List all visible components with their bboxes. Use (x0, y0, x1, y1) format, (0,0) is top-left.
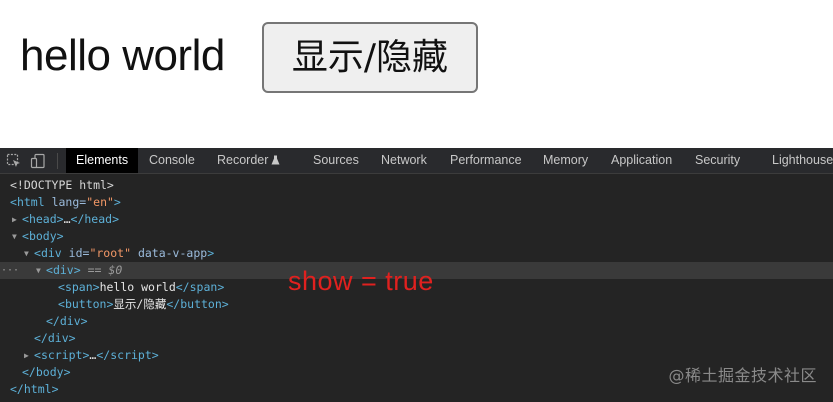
div-tag: div (40, 246, 62, 260)
id-attr: id (68, 246, 83, 260)
id-value: "root" (89, 246, 131, 260)
dom-line-button[interactable]: <button>显示/隐藏</button> (0, 296, 833, 313)
head-close-tag: head (84, 212, 113, 226)
watermark: @稀土掘金技术社区 (668, 366, 817, 385)
collapse-triangle-icon[interactable]: ▼ (24, 245, 34, 262)
html-tag: html (16, 195, 45, 209)
show-true-annotation: show = true (288, 266, 434, 296)
tab-sources[interactable]: Sources (313, 148, 359, 173)
device-toolbar-icon[interactable] (30, 153, 46, 169)
lang-attr: lang (51, 195, 80, 209)
button-close-tag: button (180, 297, 222, 311)
html-close-tag: html (23, 382, 52, 396)
dom-line-html[interactable]: <html lang="en"> (0, 194, 833, 211)
tab-elements[interactable]: Elements (66, 148, 139, 173)
expand-triangle-icon[interactable]: ▶ (24, 347, 34, 364)
tab-memory[interactable]: Memory (543, 148, 588, 173)
vapp-attr: data-v-app (137, 246, 208, 260)
tab-performance[interactable]: Performance (450, 148, 522, 173)
root-div-close-tag: div (47, 331, 69, 345)
body-close-tag: body (35, 365, 64, 379)
expand-triangle-icon[interactable]: ▶ (12, 211, 22, 228)
span-close-tag: span (189, 280, 218, 294)
head-ellipsis: … (63, 212, 71, 226)
hello-world-text: hello world (20, 31, 225, 80)
button-tag: button (64, 297, 107, 311)
tab-network[interactable]: Network (381, 148, 427, 173)
span-tag: span (64, 280, 93, 294)
tab-recorder-label: Recorder (217, 153, 269, 167)
button-text: 显示/隐藏 (113, 297, 167, 311)
collapse-triangle-icon[interactable]: ▼ (12, 228, 22, 245)
inner-div-tag: div (52, 263, 74, 277)
script-tag: script (40, 348, 83, 362)
span-text: hello world (99, 280, 176, 294)
dom-line-head[interactable]: ▶ <head>…</head> (0, 211, 833, 228)
flask-icon (271, 149, 280, 174)
eqeq-marker: == (87, 263, 102, 277)
dom-line-inner-div-close[interactable]: </div> (0, 313, 833, 330)
toolbar-divider (57, 153, 58, 169)
dom-line-doctype[interactable]: <!DOCTYPE html> (0, 177, 833, 194)
inspect-element-icon[interactable] (6, 153, 22, 169)
rendered-page: hello world 显示/隐藏 (0, 0, 833, 148)
toggle-show-hide-button[interactable]: 显示/隐藏 (262, 22, 478, 93)
devtools-toolbar: Elements Console Recorder Sources Networ… (0, 148, 833, 174)
tab-lighthouse[interactable]: Lighthouse (772, 148, 833, 173)
script-close-tag: script (110, 348, 152, 362)
inner-div-close-tag: div (59, 314, 81, 328)
tab-security[interactable]: Security (695, 148, 740, 173)
lang-value: "en" (86, 195, 114, 209)
selected-ref: $0 (108, 263, 123, 277)
head-tag: head (28, 212, 57, 226)
devtools-panel: Elements Console Recorder Sources Networ… (0, 148, 833, 402)
page: hello world 显示/隐藏 Elements Console Recor… (0, 0, 833, 402)
collapse-triangle-icon[interactable]: ▼ (36, 262, 46, 279)
doctype-text: <!DOCTYPE html> (10, 178, 114, 192)
tab-recorder[interactable]: Recorder (217, 148, 280, 173)
dom-line-root-div-close[interactable]: </div> (0, 330, 833, 347)
dom-line-root-div[interactable]: ▼ <div id="root" data-v-app> (0, 245, 833, 262)
tab-application[interactable]: Application (611, 148, 672, 173)
body-tag: body (28, 229, 57, 243)
dom-line-body[interactable]: ▼ <body> (0, 228, 833, 245)
tab-console[interactable]: Console (149, 148, 195, 173)
more-options-icon[interactable]: ··· (1, 262, 19, 279)
